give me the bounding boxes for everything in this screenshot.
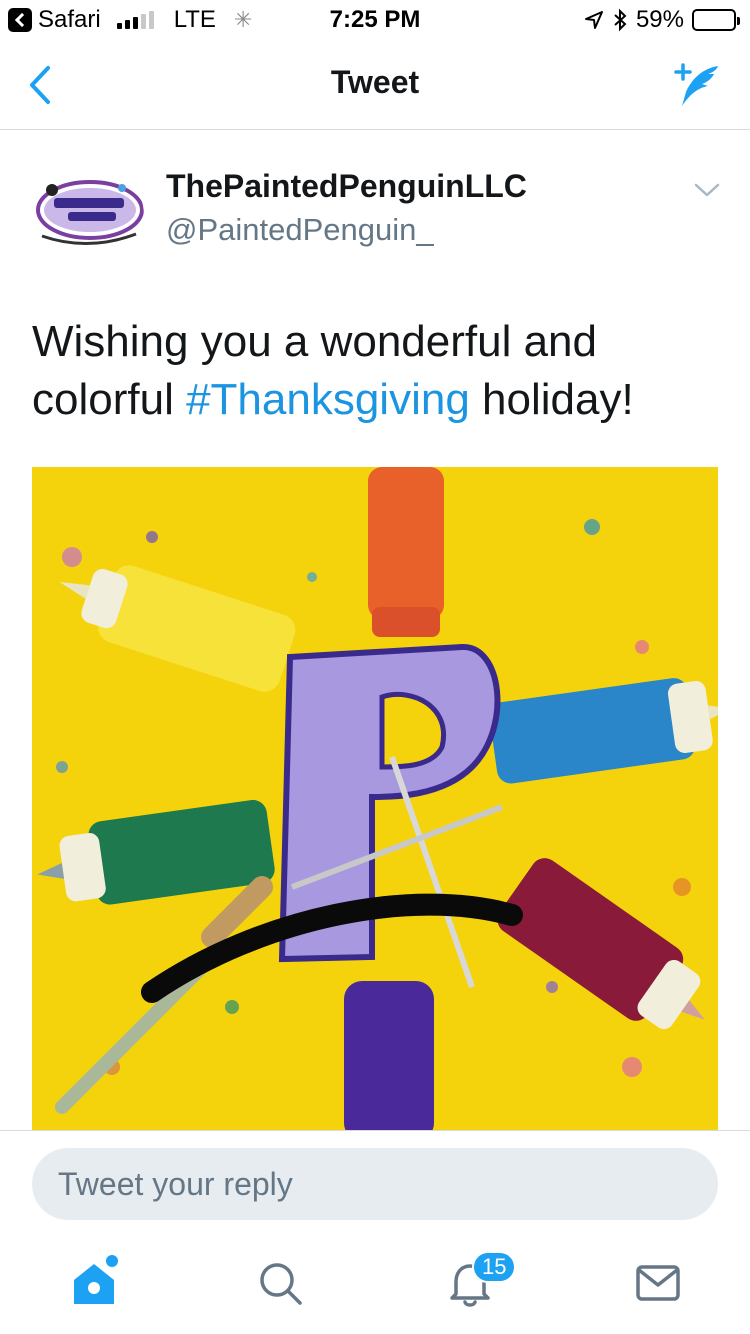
compose-feather-icon[interactable] <box>668 58 724 114</box>
mail-icon <box>636 1265 680 1301</box>
home-icon <box>74 1255 118 1304</box>
author-name[interactable]: ThePaintedPenguinLLC <box>166 168 527 205</box>
hashtag-link[interactable]: #Thanksgiving <box>186 375 470 424</box>
nav-bar: Tweet <box>0 40 750 130</box>
author-handle[interactable]: @PaintedPenguin_ <box>166 212 434 248</box>
tab-search[interactable] <box>250 1252 310 1312</box>
battery-icon <box>692 9 740 31</box>
reply-divider <box>0 1130 750 1131</box>
author-avatar[interactable] <box>32 160 144 272</box>
tab-bar <box>0 1234 750 1334</box>
painted-penguin-logo <box>32 160 144 272</box>
reply-placeholder: Tweet your reply <box>58 1166 293 1202</box>
bluetooth-icon <box>614 8 627 32</box>
tweet-photo[interactable] <box>32 467 718 1130</box>
tweet-text: Wishing you a wonderful and colorful #Th… <box>32 313 722 429</box>
location-arrow-icon <box>584 11 603 29</box>
reply-input[interactable]: Tweet your reply <box>32 1148 718 1220</box>
battery-percent: 59% <box>635 6 684 33</box>
tab-home[interactable] <box>64 1252 124 1312</box>
tweet-text-end: holiday! <box>469 375 634 424</box>
page-title: Tweet <box>330 64 420 100</box>
paint-bottles-photo <box>32 467 718 1130</box>
notifications-badge: 15 <box>472 1251 517 1283</box>
search-icon <box>260 1263 302 1305</box>
chevron-down-icon[interactable] <box>692 180 722 200</box>
status-bar: Safari LTE ✳ 7:25 PM 59% <box>0 0 750 40</box>
tab-messages[interactable] <box>628 1252 688 1312</box>
